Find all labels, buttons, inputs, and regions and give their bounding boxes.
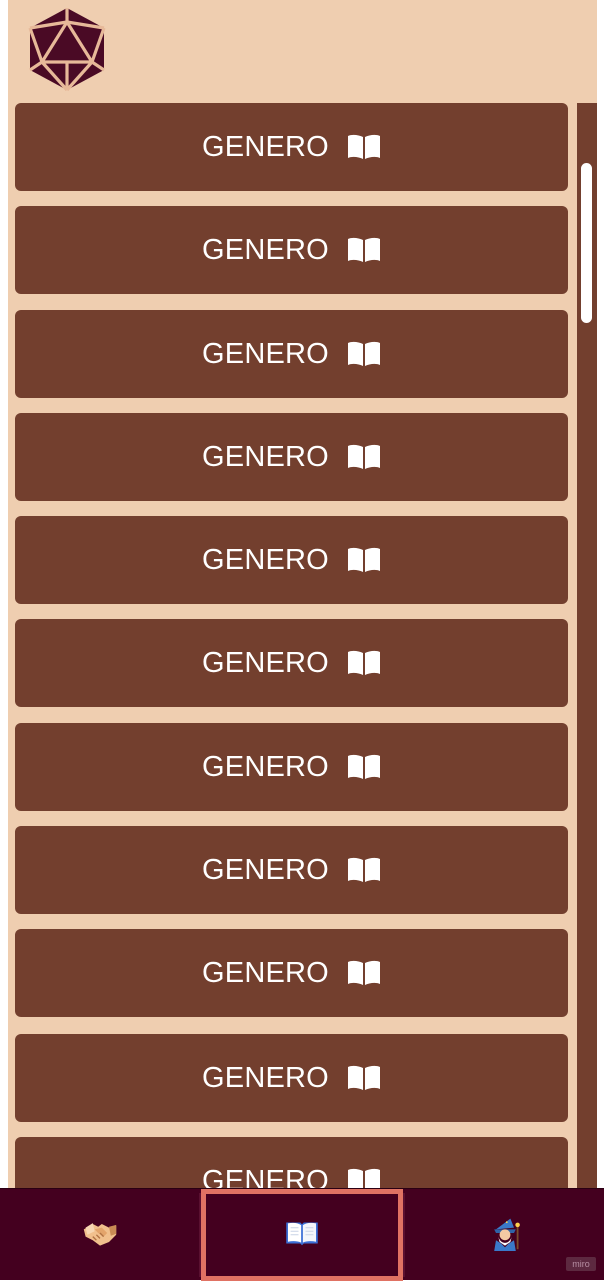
genre-label: GENERO bbox=[202, 646, 329, 679]
genre-button[interactable]: GENERO bbox=[15, 516, 568, 604]
app-screen: GENERO GENERO GENERO GENERO GENERO GENER… bbox=[8, 0, 597, 1280]
open-book-icon bbox=[347, 1065, 381, 1091]
open-book-icon bbox=[347, 547, 381, 573]
genre-button[interactable]: GENERO bbox=[15, 826, 568, 914]
genre-label: GENERO bbox=[202, 853, 329, 886]
open-book-icon bbox=[347, 341, 381, 367]
genre-button[interactable]: GENERO bbox=[15, 413, 568, 501]
nav-item-handshake[interactable] bbox=[0, 1189, 199, 1281]
genre-label: GENERO bbox=[202, 440, 329, 473]
genre-label: GENERO bbox=[202, 130, 329, 163]
open-book-icon bbox=[347, 650, 381, 676]
genre-label: GENERO bbox=[202, 1164, 329, 1189]
genre-button[interactable]: GENERO bbox=[15, 103, 568, 191]
genre-list[interactable]: GENERO GENERO GENERO GENERO GENERO GENER… bbox=[15, 103, 568, 1188]
genre-label: GENERO bbox=[202, 233, 329, 266]
open-book-icon bbox=[347, 1168, 381, 1188]
scrollbar-thumb[interactable] bbox=[581, 163, 592, 323]
wizard-icon bbox=[487, 1215, 523, 1256]
genre-label: GENERO bbox=[202, 1061, 329, 1094]
genre-button[interactable]: GENERO bbox=[15, 206, 568, 294]
d20-dice-icon[interactable] bbox=[26, 6, 108, 92]
genre-label: GENERO bbox=[202, 337, 329, 370]
handshake-icon bbox=[82, 1218, 118, 1253]
open-book-icon bbox=[347, 237, 381, 263]
genre-label: GENERO bbox=[202, 956, 329, 989]
nav-item-book[interactable] bbox=[201, 1189, 403, 1281]
genre-button[interactable]: GENERO bbox=[15, 1137, 568, 1188]
genre-label: GENERO bbox=[202, 543, 329, 576]
open-book-icon bbox=[347, 134, 381, 160]
open-book-icon bbox=[347, 960, 381, 986]
genre-button[interactable]: GENERO bbox=[15, 310, 568, 398]
open-book-icon bbox=[347, 754, 381, 780]
open-book-icon bbox=[347, 444, 381, 470]
miro-watermark: miro bbox=[566, 1257, 596, 1271]
bottom-nav bbox=[0, 1188, 604, 1281]
genre-label: GENERO bbox=[202, 750, 329, 783]
open-book-icon bbox=[347, 857, 381, 883]
genre-button[interactable]: GENERO bbox=[15, 929, 568, 1017]
open-book-icon bbox=[284, 1219, 320, 1252]
genre-button[interactable]: GENERO bbox=[15, 1034, 568, 1122]
genre-button[interactable]: GENERO bbox=[15, 723, 568, 811]
genre-button[interactable]: GENERO bbox=[15, 619, 568, 707]
